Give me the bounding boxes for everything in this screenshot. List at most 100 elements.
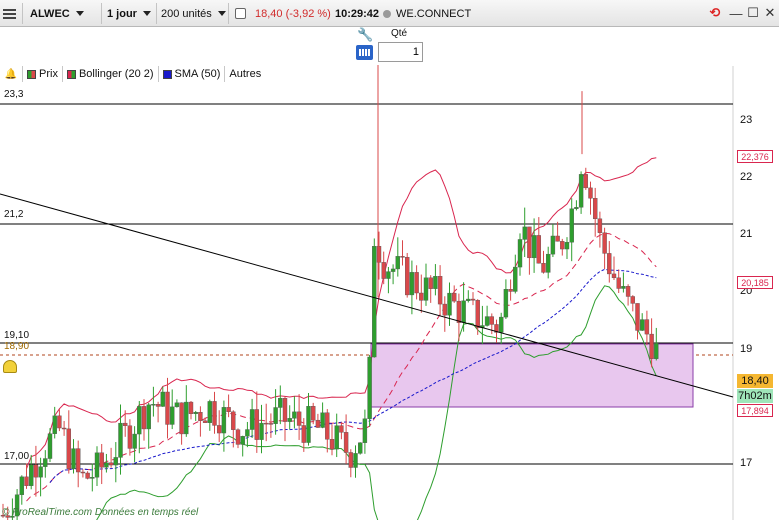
candle-up [621, 286, 626, 289]
candle-up [654, 343, 659, 359]
candle-down [254, 409, 260, 440]
refresh-icon[interactable]: ⟲ [707, 5, 723, 21]
candle-up [513, 266, 518, 292]
candle-down [296, 411, 302, 426]
chevron-down-icon [75, 11, 84, 16]
minimize-icon[interactable]: — [728, 5, 744, 21]
candle-up [160, 391, 166, 407]
candle-up [499, 316, 504, 333]
candle-down [527, 226, 532, 259]
candle-down [226, 407, 231, 413]
candle-down [66, 428, 72, 469]
symbol-label: ALWEC [30, 7, 70, 20]
candle-down [405, 256, 410, 296]
bell-alert-icon[interactable] [3, 360, 17, 373]
candle-up [334, 425, 339, 450]
candle-down [536, 235, 541, 264]
candle-up [184, 401, 189, 435]
candle-up [372, 246, 377, 358]
candle-up [52, 415, 57, 434]
wrench-icon[interactable]: 🔧 [357, 27, 373, 43]
legend-bollinger[interactable]: Bollinger (20 2) [61, 66, 158, 82]
candle-up [423, 277, 429, 301]
candle-down [155, 404, 161, 407]
candle-down [560, 241, 565, 250]
candle-down [597, 218, 603, 233]
instrument-info-icon[interactable] [235, 4, 246, 23]
legend-sma-label: SMA (50) [174, 68, 221, 80]
candle-up [38, 466, 43, 478]
legend-bollinger-label: Bollinger (20 2) [78, 68, 154, 80]
bollinger-swatch-icon [66, 69, 76, 79]
candle-down [108, 462, 114, 466]
quantity-input[interactable] [378, 42, 423, 62]
candle-down [24, 476, 29, 486]
alert-icon[interactable]: 🔔 [0, 69, 22, 80]
candle-up [522, 226, 527, 240]
countdown-tag: 7h02m [737, 389, 773, 403]
candle-down [607, 253, 612, 275]
candle-down [202, 420, 208, 423]
candle-down [235, 429, 241, 445]
candle-up [461, 300, 466, 323]
close-icon[interactable]: ✕ [762, 5, 778, 21]
candle-up [146, 404, 151, 430]
legend-others[interactable]: Autres [224, 66, 265, 82]
timeframe-selector[interactable]: 1 jour [107, 4, 151, 23]
candle-up [174, 402, 180, 408]
candle-up [278, 397, 283, 408]
legend-price[interactable]: Prix [22, 66, 62, 82]
units-selector[interactable]: 200 unités [161, 4, 226, 23]
candle-down [122, 422, 128, 426]
menu-grid-icon[interactable] [3, 4, 16, 23]
candle-up [43, 458, 48, 467]
candle-down [231, 411, 236, 430]
level-label-low: 17,00 [4, 451, 30, 462]
candle-down [268, 423, 274, 425]
level-label-current: 18,90 [4, 341, 30, 352]
candle-up [19, 476, 24, 495]
candle-down [611, 273, 617, 279]
candle-up [90, 477, 95, 479]
candle-down [329, 439, 335, 450]
candle-down [442, 303, 447, 316]
symbol-selector[interactable]: ALWEC [30, 4, 84, 23]
maximize-icon[interactable]: ☐ [745, 5, 761, 21]
candle-up [531, 235, 537, 259]
candle-up [207, 401, 213, 423]
candle-down [57, 415, 62, 429]
candle-up [245, 429, 250, 437]
candle-down [475, 299, 480, 329]
candle-down [165, 391, 170, 425]
chevron-down-icon [142, 11, 151, 16]
candle-down [325, 412, 330, 440]
candle-down [75, 448, 81, 473]
candle-up [640, 319, 645, 331]
candle-up [118, 422, 123, 458]
chart-toolbar: ALWEC 1 jour 200 unités 18,40 (-3,92 %) … [0, 0, 779, 27]
candle-up [574, 207, 579, 209]
candle-down [625, 286, 631, 297]
legend-price-label: Prix [39, 68, 58, 80]
candle-up [362, 418, 368, 443]
price-zone [370, 343, 694, 408]
candle-down [343, 432, 349, 453]
candle-down [616, 277, 621, 289]
axis-label-21: 21 [740, 228, 753, 240]
candle-down [489, 316, 494, 325]
candle-down [583, 174, 588, 189]
candle-up [395, 256, 400, 270]
candle-down [508, 288, 513, 292]
candle-down [311, 406, 316, 421]
candle-up [358, 442, 363, 454]
candle-up [367, 356, 372, 419]
calculator-icon[interactable] [356, 45, 373, 60]
candle-down [630, 296, 635, 304]
candle-down [301, 425, 306, 443]
candle-down [470, 298, 476, 301]
candle-up [193, 412, 198, 414]
candle-up [320, 412, 325, 428]
axis-label-23: 23 [740, 114, 753, 126]
legend-sma[interactable]: SMA (50) [157, 66, 225, 82]
instrument-name: WE.CONNECT [396, 7, 472, 20]
